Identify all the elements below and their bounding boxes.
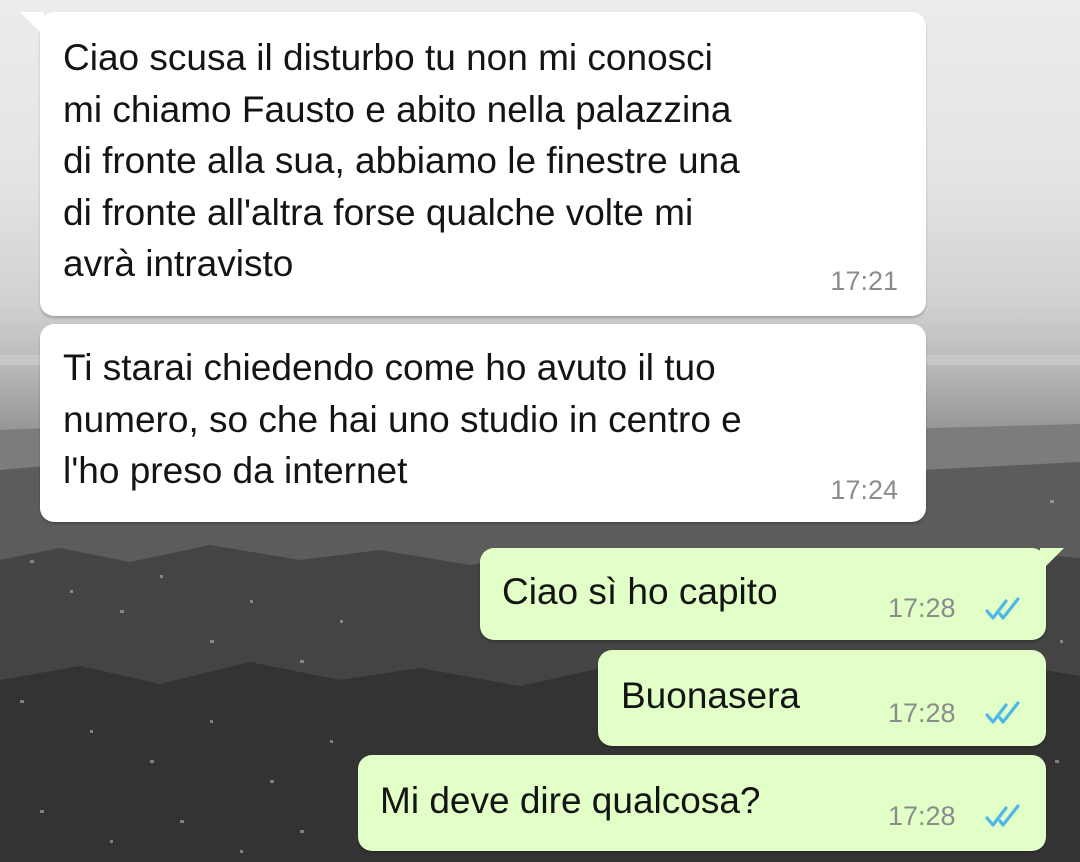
double-check-read-icon [985,597,1020,620]
double-check-read-icon [985,701,1020,724]
double-check-read-icon [985,804,1020,827]
message-text: Ti starai chiedendo come ho avuto il tuo… [63,347,742,491]
message-timestamp: 17:24 [830,475,898,505]
message-bubble-incoming[interactable]: Ti starai chiedendo come ho avuto il tuo… [40,324,926,522]
message-text: Ciao sì ho capito [502,571,778,612]
message-bubble-outgoing[interactable]: Ciao sì ho capito 17:28 [480,548,1064,640]
message-timestamp: 17:28 [888,698,956,728]
message-timestamp: 17:28 [888,801,956,831]
message-text: Mi deve dire qualcosa? [380,780,761,821]
message-timestamp: 17:21 [830,266,898,296]
message-text: Buonasera [621,675,800,716]
bubble-tail [1040,548,1064,572]
message-text: Ciao scusa il disturbo tu non mi conosci… [63,37,740,284]
message-bubble-incoming[interactable]: Ciao scusa il disturbo tu non mi conosci… [20,12,926,316]
bubble-tail [20,12,44,36]
message-bubble-outgoing[interactable]: Buonasera 17:28 [598,650,1046,746]
message-bubble-outgoing[interactable]: Mi deve dire qualcosa? 17:28 [358,755,1046,851]
message-timestamp: 17:28 [888,593,956,623]
